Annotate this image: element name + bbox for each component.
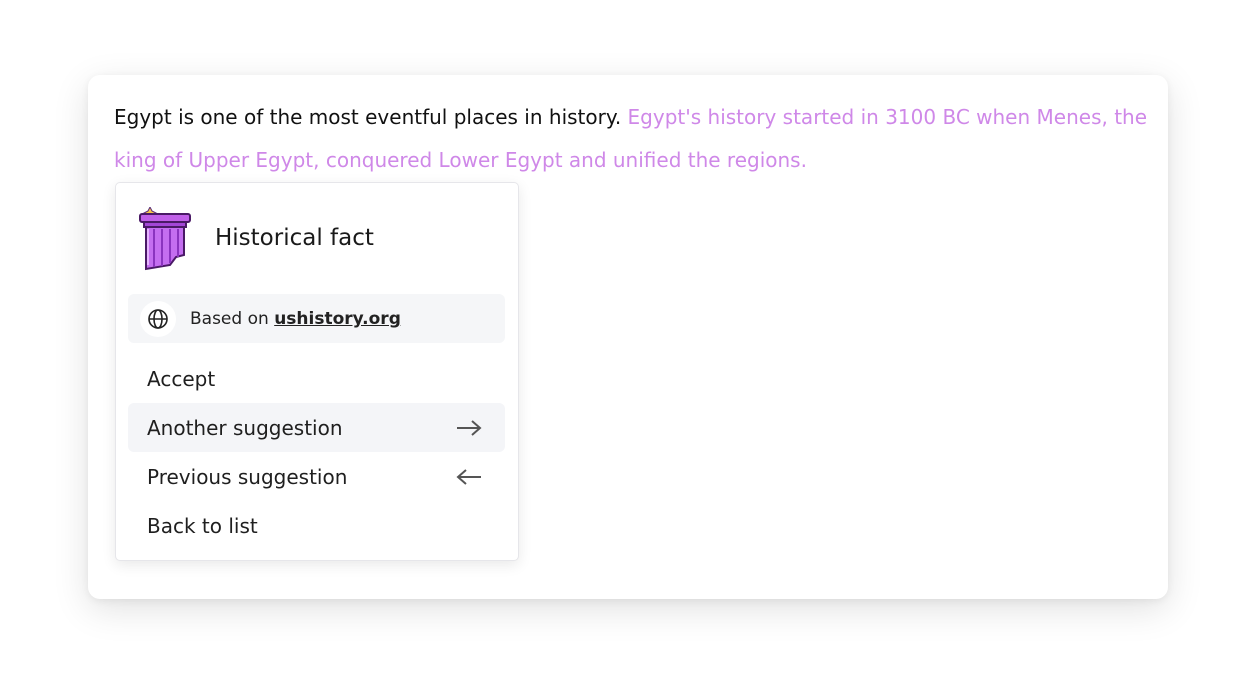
back-to-list-button[interactable]: Back to list (128, 501, 505, 550)
popup-title: Historical fact (215, 225, 374, 251)
editor-card: Egypt is one of the most eventful places… (88, 75, 1168, 599)
another-suggestion-button[interactable]: Another suggestion (128, 403, 505, 452)
arrow-left-icon (456, 469, 481, 485)
globe-icon (140, 301, 176, 337)
suggestion-popup: Historical fact Based on ushistory.org A… (115, 182, 519, 561)
source-link[interactable]: ushistory.org (274, 309, 401, 329)
editor-plain-text[interactable]: Egypt is one of the most eventful places… (114, 105, 621, 129)
another-suggestion-label: Another suggestion (147, 416, 343, 440)
editor-text[interactable]: Egypt is one of the most eventful places… (114, 96, 1154, 182)
previous-suggestion-label: Previous suggestion (147, 465, 348, 489)
popup-header: Historical fact (116, 183, 518, 293)
greek-column-icon (139, 207, 191, 271)
arrow-right-icon (457, 420, 482, 436)
accept-label: Accept (147, 367, 216, 391)
source-info: Based on ushistory.org (128, 294, 505, 343)
accept-button[interactable]: Accept (128, 354, 505, 403)
back-to-list-label: Back to list (147, 514, 258, 538)
source-text: Based on ushistory.org (190, 308, 401, 330)
source-prefix: Based on (190, 309, 269, 329)
previous-suggestion-button[interactable]: Previous suggestion (128, 452, 505, 501)
